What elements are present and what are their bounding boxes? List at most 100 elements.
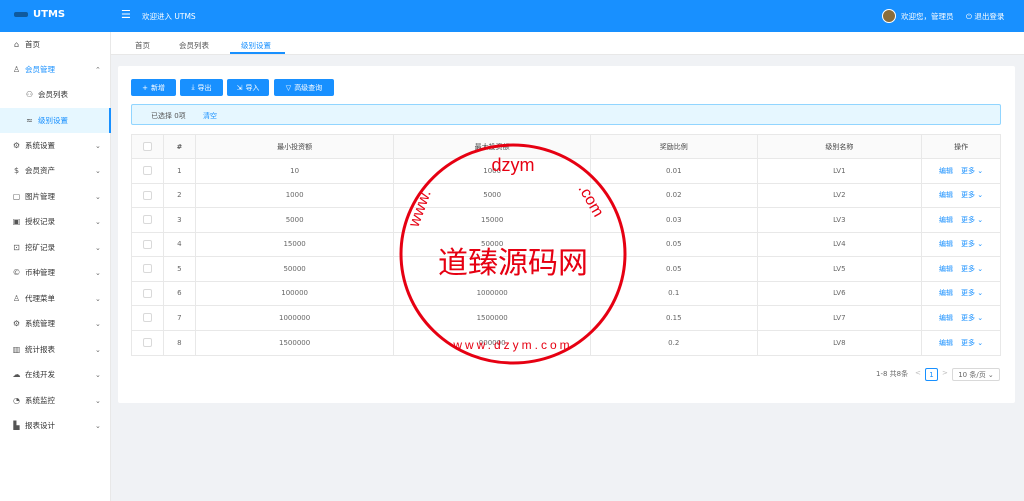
next-page-button[interactable]: >	[942, 369, 948, 377]
table-cell: 0.15	[591, 306, 758, 330]
sidebar-item-online-dev[interactable]: ☁ 在线开发 ⌄	[0, 362, 111, 387]
edit-link[interactable]: 编辑	[939, 313, 953, 323]
sidebar-item-auth-records[interactable]: ▣ 授权记录 ⌄	[0, 209, 111, 234]
table-cell: 1000	[394, 159, 591, 183]
select-all-checkbox[interactable]	[142, 142, 152, 151]
row-checkbox[interactable]	[142, 215, 152, 225]
sidebar-item-icon: ▣	[12, 217, 21, 226]
edit-link[interactable]: 编辑	[939, 239, 953, 249]
greeting: 欢迎您，管理员	[901, 11, 954, 21]
edit-link[interactable]: 编辑	[939, 338, 953, 348]
sidebar-item-member-assets[interactable]: $ 会员资产 ⌄	[0, 158, 111, 183]
row-select-cell[interactable]	[132, 159, 164, 183]
row-checkbox[interactable]	[142, 190, 152, 200]
app-logo[interactable]: UTMS	[14, 9, 65, 20]
more-dropdown[interactable]: 更多 ⌄	[961, 288, 983, 298]
tab-level-settings[interactable]: 级别设置	[241, 40, 271, 51]
more-dropdown[interactable]: 更多 ⌄	[961, 215, 983, 225]
row-checkbox[interactable]	[142, 166, 152, 176]
sidebar-item-mining-records[interactable]: ⊡ 挖矿记录 ⌄	[0, 235, 111, 260]
table-cell: 10	[196, 159, 395, 183]
page-1-button[interactable]: 1	[925, 368, 938, 381]
tab-member-list[interactable]: 会员列表	[179, 40, 209, 51]
sidebar-item-label: 会员资产	[25, 166, 55, 175]
table-cell: 5000	[196, 208, 395, 232]
table-cell: 1500000	[394, 306, 591, 330]
row-select-cell[interactable]	[132, 208, 164, 232]
row-actions: 编辑 更多 ⌄	[922, 257, 1000, 281]
edit-link[interactable]: 编辑	[939, 215, 953, 225]
prev-page-button[interactable]: <	[915, 369, 921, 377]
column-header[interactable]	[132, 135, 164, 158]
sidebar-item-level-settings[interactable]: ≈ 级别设置	[0, 108, 111, 133]
export-button[interactable]: ⤓ 导出	[180, 79, 223, 96]
logo-icon	[14, 12, 28, 17]
more-dropdown[interactable]: 更多 ⌄	[961, 166, 983, 176]
advanced-query-button[interactable]: ▽ 高级查询	[274, 79, 334, 96]
sidebar-item-report-design[interactable]: ▙ 报表设计 ⌄	[0, 413, 111, 438]
row-select-cell[interactable]	[132, 281, 164, 305]
more-dropdown[interactable]: 更多 ⌄	[961, 190, 983, 200]
clear-link[interactable]: 清空	[203, 111, 217, 121]
chevron-icon: ⌄	[95, 141, 101, 150]
row-checkbox[interactable]	[142, 313, 152, 323]
sidebar-item-icon: ☁	[12, 370, 21, 379]
edit-link[interactable]: 编辑	[939, 166, 953, 176]
edit-link[interactable]: 编辑	[939, 288, 953, 298]
table-row: 2 1000 5000 0.02 LV2 编辑 更多 ⌄	[132, 183, 1000, 208]
sidebar-item-icon: ≈	[26, 116, 33, 125]
avatar[interactable]	[882, 9, 896, 23]
row-select-cell[interactable]	[132, 257, 164, 281]
row-checkbox[interactable]	[142, 239, 152, 249]
plus-icon: +	[142, 83, 148, 92]
table-cell: 50000	[196, 257, 395, 281]
more-dropdown[interactable]: 更多 ⌄	[961, 313, 983, 323]
level-table: # 最小投资额 最大投资额 奖励比例 级别名称 操作 1 10 1000 0.01 LV1 编辑 更多 …	[131, 134, 1001, 356]
table-row: 7 1000000 1500000 0.15 LV7 编辑 更多 ⌄	[132, 306, 1000, 331]
sidebar-item-coin-mgmt[interactable]: © 币种管理 ⌄	[0, 260, 111, 285]
add-button[interactable]: + 新增	[131, 79, 176, 96]
sidebar-item-agent-menu[interactable]: ♙ 代理菜单 ⌄	[0, 286, 111, 311]
row-actions: 编辑 更多 ⌄	[922, 331, 1000, 356]
row-checkbox[interactable]	[142, 288, 152, 298]
logout-button[interactable]: ⏻ 退出登录	[966, 11, 1004, 22]
import-button[interactable]: ⇲ 导入	[227, 79, 269, 96]
sidebar-item-member-mgmt[interactable]: ♙ 会员管理 ⌃	[0, 57, 111, 82]
page-size-select[interactable]: 10 条/页 ⌄	[952, 368, 1000, 381]
sidebar-item-system-mgmt[interactable]: ⚙ 系统管理 ⌄	[0, 311, 111, 336]
sidebar-item-stat-reports[interactable]: ▥ 统计报表 ⌄	[0, 337, 111, 362]
table-cell: 8	[164, 330, 196, 355]
row-checkbox[interactable]	[142, 338, 152, 348]
tab-home[interactable]: 首页	[135, 40, 150, 51]
column-header: 级别名称	[758, 135, 923, 158]
row-select-cell[interactable]	[132, 330, 164, 355]
edit-link[interactable]: 编辑	[939, 190, 953, 200]
sidebar-item-label: 图片管理	[25, 192, 55, 201]
table-cell: LV3	[758, 208, 923, 232]
table-cell: LV7	[758, 306, 923, 330]
row-checkbox[interactable]	[142, 264, 152, 274]
row-select-cell[interactable]	[132, 232, 164, 256]
table-cell: 5	[164, 257, 196, 281]
row-select-cell[interactable]	[132, 183, 164, 207]
sidebar-item-home[interactable]: ⌂ 首页	[0, 32, 111, 57]
sidebar-item-system-monitor[interactable]: ◔ 系统监控 ⌄	[0, 388, 111, 413]
edit-link[interactable]: 编辑	[939, 264, 953, 274]
sidebar-item-member-list[interactable]: ⚇ 会员列表	[0, 82, 111, 107]
sidebar-item-system-settings[interactable]: ⚙ 系统设置 ⌄	[0, 133, 111, 158]
sidebar-item-label: 会员列表	[38, 90, 68, 99]
user-menu[interactable]: 欢迎您，管理员	[882, 9, 954, 23]
table-cell: 0.2	[591, 330, 758, 355]
column-header: 最小投资额	[196, 135, 395, 158]
table-cell: LV5	[758, 257, 923, 281]
menu-fold-icon[interactable]: ☰	[121, 9, 131, 20]
sidebar-item-image-mgmt[interactable]: ▢ 图片管理 ⌄	[0, 184, 111, 209]
more-dropdown[interactable]: 更多 ⌄	[961, 264, 983, 274]
sidebar-item-label: 报表设计	[25, 421, 55, 430]
import-label: 导入	[245, 83, 260, 92]
more-dropdown[interactable]: 更多 ⌄	[961, 338, 983, 348]
sidebar-item-label: 挖矿记录	[25, 243, 55, 252]
row-select-cell[interactable]	[132, 306, 164, 330]
more-dropdown[interactable]: 更多 ⌄	[961, 239, 983, 249]
sidebar-item-icon: ⚇	[25, 90, 34, 99]
